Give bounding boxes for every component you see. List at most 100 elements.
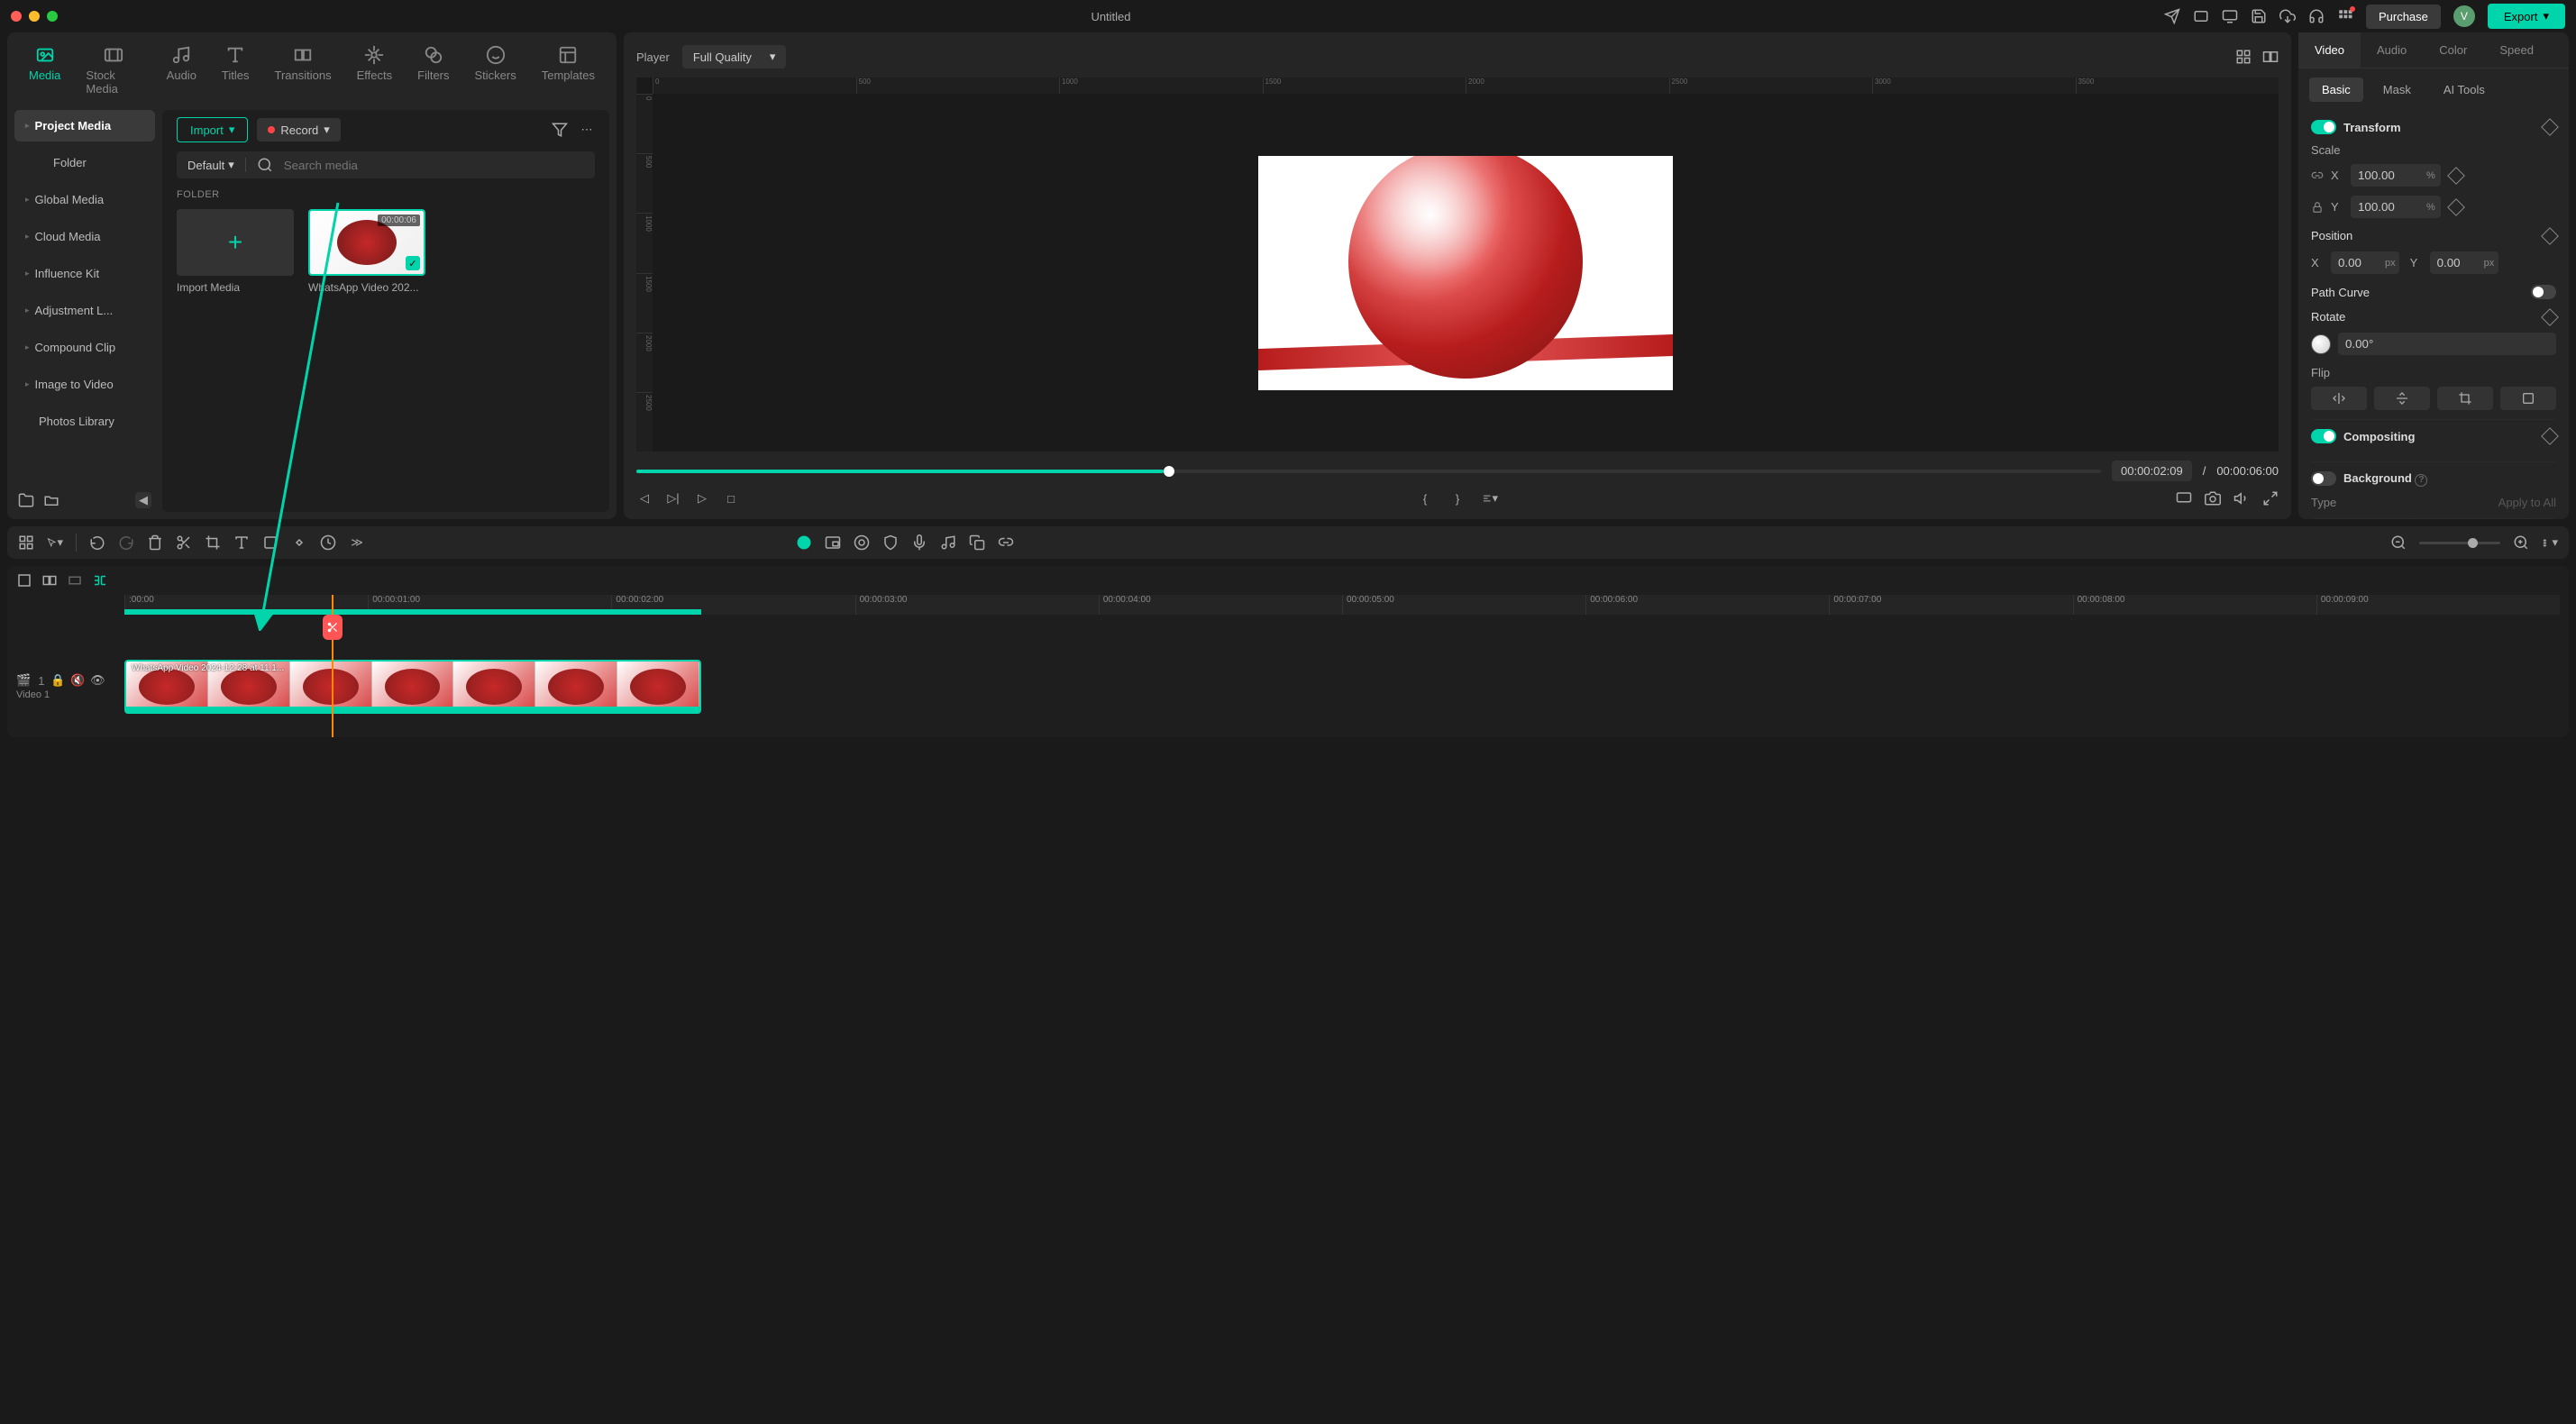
adjust-tl-icon[interactable] xyxy=(262,534,279,551)
path-curve-toggle[interactable] xyxy=(2531,285,2556,299)
import-button[interactable]: Import▾ xyxy=(177,117,248,142)
monitor-icon[interactable] xyxy=(2222,8,2238,24)
tab-stickers[interactable]: Stickers xyxy=(475,45,516,96)
apps-icon[interactable] xyxy=(2337,8,2353,24)
play-icon[interactable]: ▷ xyxy=(694,490,710,507)
filter-icon[interactable] xyxy=(552,122,568,138)
rotate-knob[interactable] xyxy=(2311,334,2331,354)
inspector-tab-audio[interactable]: Audio xyxy=(2361,32,2423,68)
headphones-icon[interactable] xyxy=(2308,8,2325,24)
scrub-bar[interactable] xyxy=(636,470,2101,473)
mark-in-icon[interactable]: { xyxy=(1417,490,1433,507)
keyframe-tl-icon[interactable] xyxy=(291,534,307,551)
compositing-toggle[interactable] xyxy=(2311,429,2336,443)
cut-icon[interactable] xyxy=(176,534,192,551)
track-visible-icon[interactable]: 👁 xyxy=(91,674,104,687)
sidebar-global-media[interactable]: Global Media xyxy=(14,184,155,215)
tab-media[interactable]: Media xyxy=(29,45,60,96)
quality-dropdown[interactable]: Full Quality▾ xyxy=(682,45,787,68)
target-icon[interactable] xyxy=(854,534,870,551)
position-x-input[interactable] xyxy=(2331,251,2399,274)
transform-toggle[interactable] xyxy=(2311,120,2336,134)
compare-icon[interactable] xyxy=(2262,49,2279,65)
timeline-clip[interactable]: WhatsApp Video 2024-12-28 at 11.1... xyxy=(124,660,701,714)
apply-to-all-button[interactable]: Apply to All xyxy=(2498,496,2556,509)
mark-out-icon[interactable]: } xyxy=(1449,490,1466,507)
redo-icon[interactable] xyxy=(118,534,134,551)
record-button[interactable]: Record▾ xyxy=(257,118,340,141)
playhead-handle[interactable] xyxy=(323,615,343,640)
subtab-basic[interactable]: Basic xyxy=(2309,78,2363,102)
inspector-tab-video[interactable]: Video xyxy=(2298,32,2361,68)
flip-horizontal-button[interactable] xyxy=(2311,387,2367,410)
link-tl-icon[interactable] xyxy=(998,534,1014,551)
music-tl-icon[interactable] xyxy=(940,534,956,551)
text-tl-icon[interactable] xyxy=(233,534,250,551)
tab-audio[interactable]: Audio xyxy=(167,45,196,96)
keyframe-icon[interactable] xyxy=(2541,118,2559,136)
save-icon[interactable] xyxy=(2251,8,2267,24)
scrub-handle[interactable] xyxy=(1164,466,1174,477)
new-folder-icon[interactable] xyxy=(18,492,34,508)
crop-button[interactable] xyxy=(2437,387,2493,410)
video-canvas[interactable] xyxy=(1258,156,1673,390)
window-close[interactable] xyxy=(11,11,22,22)
window-zoom[interactable] xyxy=(47,11,58,22)
view-options-icon[interactable]: ▾ xyxy=(2542,534,2558,551)
track-mute-icon[interactable]: 🔇 xyxy=(71,674,84,687)
sort-dropdown[interactable]: Default▾ xyxy=(187,158,246,172)
cloud-download-icon[interactable] xyxy=(2279,8,2296,24)
subtab-ai-tools[interactable]: AI Tools xyxy=(2431,78,2498,102)
position-y-input[interactable] xyxy=(2430,251,2498,274)
more-icon[interactable]: ⋯ xyxy=(579,122,595,138)
speed-tl-icon[interactable] xyxy=(320,534,336,551)
more-tl-icon[interactable]: ≫ xyxy=(349,534,365,551)
keyframe-icon[interactable] xyxy=(2541,308,2559,326)
sidebar-adjustment-layer[interactable]: Adjustment L... xyxy=(14,295,155,326)
fullscreen-monitor-icon[interactable] xyxy=(2176,490,2192,507)
sidebar-cloud-media[interactable]: Cloud Media xyxy=(14,221,155,252)
tab-templates[interactable]: Templates xyxy=(542,45,595,96)
scale-y-input[interactable] xyxy=(2351,196,2441,218)
crop-tl-icon[interactable] xyxy=(205,534,221,551)
tl-marker2-icon[interactable] xyxy=(41,572,58,589)
prev-frame-icon[interactable]: ◁ xyxy=(636,490,653,507)
ai-face-icon[interactable] xyxy=(796,534,812,551)
shield-icon[interactable] xyxy=(882,534,899,551)
track-header[interactable]: 🎬1 🔒 🔇 👁 Video 1 xyxy=(7,658,124,716)
tab-transitions[interactable]: Transitions xyxy=(275,45,332,96)
inspector-tab-speed[interactable]: Speed xyxy=(2483,32,2550,68)
tab-titles[interactable]: Titles xyxy=(222,45,250,96)
copy-tl-icon[interactable] xyxy=(969,534,985,551)
tab-effects[interactable]: Effects xyxy=(357,45,393,96)
undo-icon[interactable] xyxy=(89,534,105,551)
zoom-slider[interactable] xyxy=(2419,542,2500,544)
subtab-mask[interactable]: Mask xyxy=(2370,78,2424,102)
export-button[interactable]: Export▾ xyxy=(2488,4,2565,29)
media-clip-thumbnail[interactable]: 00:00:06 ✓ xyxy=(308,209,425,276)
sidebar-project-media[interactable]: Project Media xyxy=(14,110,155,141)
search-input[interactable] xyxy=(284,159,584,172)
delete-icon[interactable] xyxy=(147,534,163,551)
scale-x-input[interactable] xyxy=(2351,164,2441,187)
sidebar-image-to-video[interactable]: Image to Video xyxy=(14,369,155,400)
link-scale-icon[interactable] xyxy=(2311,169,2324,182)
flip-vertical-button[interactable] xyxy=(2374,387,2430,410)
tl-tree-icon[interactable] xyxy=(92,572,108,589)
sidebar-compound-clip[interactable]: Compound Clip xyxy=(14,332,155,363)
keyframe-icon[interactable] xyxy=(2447,167,2465,185)
sidebar-folder[interactable]: Folder xyxy=(14,147,155,178)
pip-tl-icon[interactable] xyxy=(825,534,841,551)
stop-icon[interactable]: □ xyxy=(723,490,739,507)
snapshot-icon[interactable] xyxy=(2205,490,2221,507)
blur-type-select[interactable]: Blur▾ xyxy=(2311,518,2556,520)
align-dropdown[interactable]: ▾ xyxy=(1482,490,1498,507)
background-toggle[interactable] xyxy=(2311,471,2336,486)
tl-select-icon[interactable]: ▾ xyxy=(47,534,63,551)
grid-icon[interactable] xyxy=(2235,49,2252,65)
inspector-tab-color[interactable]: Color xyxy=(2423,32,2483,68)
help-icon[interactable]: ? xyxy=(2415,474,2427,487)
import-media-tile[interactable]: + xyxy=(177,209,294,276)
sidebar-photos-library[interactable]: Photos Library xyxy=(14,406,155,437)
keyframe-icon[interactable] xyxy=(2447,198,2465,216)
